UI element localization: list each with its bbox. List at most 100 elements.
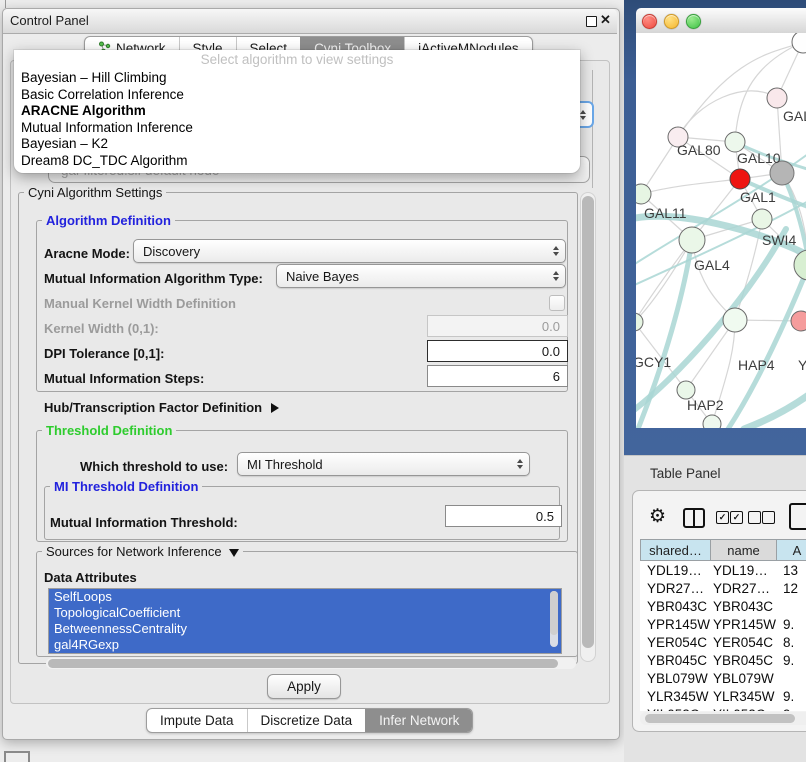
mi-threshold-field[interactable]: 0.5 — [445, 505, 562, 527]
tab-impute-data[interactable]: Impute Data — [147, 709, 247, 732]
kernel-width-field[interactable]: 0.0 — [427, 315, 568, 337]
graph-node-label: HAP4 — [738, 357, 775, 373]
columns-icon[interactable] — [683, 508, 705, 528]
graph-node[interactable] — [792, 33, 806, 53]
minimize-traffic-light[interactable] — [664, 14, 679, 29]
select-all-icon[interactable]: ✓ — [716, 511, 729, 524]
which-threshold-label: Which threshold to use: — [80, 459, 228, 474]
attribute-item-selfloops[interactable]: SelfLoops — [49, 589, 561, 605]
table-cell: 9 — [776, 707, 791, 712]
mi-steps-field[interactable]: 6 — [427, 365, 568, 387]
control-panel-titlebar — [3, 9, 617, 34]
algorithm-option-aracne-algorithm[interactable]: ARACNE Algorithm — [14, 103, 580, 120]
network-graph[interactable]: GALGAL80GAL10GAL1GAL11SWI4GAL4GCY1HAP4YH… — [636, 33, 806, 428]
table-cell: 9. — [776, 617, 794, 632]
graph-node-label: HAP2 — [687, 397, 724, 413]
deselect-all-icon[interactable] — [748, 511, 761, 524]
attributes-hscrollbar-thumb[interactable] — [48, 659, 558, 668]
table-row[interactable]: YIL052CYIL052C9 — [640, 705, 806, 711]
window-edge-notch — [5, 0, 6, 8]
desktop: Control Panel ✕ NetworkStyleSelectCyni T… — [0, 0, 806, 762]
table-row[interactable]: YBL079WYBL079W — [640, 669, 806, 687]
algorithm-option-bayesian-hill-climbing[interactable]: Bayesian – Hill Climbing — [14, 70, 580, 87]
graph-node[interactable] — [730, 169, 750, 189]
zoom-traffic-light[interactable] — [686, 14, 701, 29]
table-cell: YDR27… — [710, 581, 776, 596]
deselect-all-icon[interactable] — [762, 511, 775, 524]
sources-toggle[interactable]: Sources for Network Inference — [42, 544, 243, 559]
apply-button[interactable]: Apply — [267, 674, 341, 699]
network-window-titlebar[interactable] — [636, 8, 806, 34]
which-threshold-value: MI Threshold — [247, 457, 323, 472]
gear-icon[interactable]: ⚙ — [649, 505, 666, 528]
table-cell: YDR27… — [640, 581, 710, 596]
settings-scrollbar-thumb[interactable] — [582, 196, 594, 648]
close-icon[interactable]: ✕ — [600, 12, 611, 28]
algorithm-dropdown-items: Bayesian – Hill ClimbingBasic Correlatio… — [14, 70, 580, 169]
table-cell: YLR345W — [710, 689, 776, 704]
table-row[interactable]: YDR27…YDR27…12 — [640, 579, 806, 597]
column-header-name[interactable]: name — [710, 539, 777, 561]
graph-node[interactable] — [791, 311, 806, 331]
graph-node[interactable] — [703, 415, 721, 428]
network-canvas[interactable]: GALGAL80GAL10GAL1GAL11SWI4GAL4GCY1HAP4YH… — [636, 33, 806, 428]
close-traffic-light[interactable] — [642, 14, 657, 29]
aracne-mode-value: Discovery — [143, 244, 200, 259]
hub-definition-label: Hub/Transcription Factor Definition — [44, 400, 262, 415]
select-all-icon[interactable]: ✓ — [730, 511, 743, 524]
attribute-item-topologicalcoefficient[interactable]: TopologicalCoefficient — [49, 605, 561, 621]
which-threshold-combo[interactable]: MI Threshold — [237, 452, 530, 476]
manual-kernel-width-checkbox[interactable] — [549, 295, 565, 311]
table-cell: YLR345W — [640, 689, 710, 704]
graph-node-label: GCY1 — [636, 354, 671, 370]
graph-node[interactable] — [767, 88, 787, 108]
algorithm-option-bayesian-k2[interactable]: Bayesian – K2 — [14, 136, 580, 153]
graph-node[interactable] — [636, 184, 651, 204]
table-row[interactable]: YLR345WYLR345W9. — [640, 687, 806, 705]
collapsed-arrow-icon — [271, 403, 279, 413]
table-row[interactable]: YDL19…YDL19…13 — [640, 561, 806, 579]
attributes-scrollbar[interactable] — [550, 591, 558, 647]
table-row[interactable]: YBR043CYBR043C — [640, 597, 806, 615]
algorithm-option-basic-correlation-inference[interactable]: Basic Correlation Inference — [14, 87, 580, 104]
tab-infer-network[interactable]: Infer Network — [365, 709, 472, 732]
combo-arrows-icon — [580, 103, 586, 126]
graph-edge — [692, 240, 735, 320]
dpi-tolerance-field[interactable]: 0.0 — [427, 340, 568, 362]
data-attributes-list[interactable]: SelfLoopsTopologicalCoefficientBetweenne… — [48, 588, 562, 654]
table-row[interactable]: YBR045CYBR045C9. — [640, 651, 806, 669]
manual-kernel-width-label: Manual Kernel Width Definition — [44, 296, 236, 311]
graph-edge — [678, 91, 777, 137]
collapsed-panel-icon[interactable] — [4, 751, 30, 762]
aracne-mode-combo[interactable]: Discovery — [133, 239, 566, 263]
algorithm-option-mutual-information-inference[interactable]: Mutual Information Inference — [14, 120, 580, 137]
hub-definition-toggle[interactable]: Hub/Transcription Factor Definition — [44, 400, 279, 415]
attribute-item-gal4rgexp[interactable]: gal4RGexp — [49, 637, 561, 653]
table-cell: YBR043C — [710, 599, 776, 614]
table-row[interactable]: YPR145WYPR145W9. — [640, 615, 806, 633]
column-header-shared[interactable]: shared… — [640, 539, 711, 561]
float-window-icon[interactable] — [586, 16, 597, 27]
node-table[interactable]: YDL19…YDL19…13YDR27…YDR27…12YBR043CYBR04… — [640, 561, 806, 711]
mi-threshold-group-title: MI Threshold Definition — [50, 479, 202, 494]
mi-threshold-label: Mutual Information Threshold: — [50, 515, 238, 530]
mi-algorithm-type-combo[interactable]: Naive Bayes — [276, 264, 566, 288]
graph-node[interactable] — [725, 132, 745, 152]
table-cell: YBR045C — [710, 653, 776, 668]
algorithm-option-dream8-dc-tdc-algorithm[interactable]: Dream8 DC_TDC Algorithm — [14, 153, 580, 170]
document-icon[interactable] — [789, 503, 806, 530]
graph-node[interactable] — [723, 308, 747, 332]
graph-node[interactable] — [752, 209, 772, 229]
attributes-scrollbar-thumb[interactable] — [550, 591, 558, 635]
expanded-arrow-icon — [229, 549, 239, 557]
tab-discretize-data[interactable]: Discretize Data — [247, 709, 366, 732]
graph-node[interactable] — [636, 313, 643, 331]
table-hscrollbar-thumb[interactable] — [645, 714, 795, 723]
tab-label: Impute Data — [160, 713, 234, 728]
column-header-a[interactable]: A — [776, 539, 806, 561]
attribute-item-betweennesscentrality[interactable]: BetweennessCentrality — [49, 621, 561, 637]
combo-arrows-icon — [517, 453, 523, 475]
graph-node[interactable] — [679, 227, 705, 253]
graph-node[interactable] — [794, 250, 806, 280]
table-row[interactable]: YER054CYER054C8. — [640, 633, 806, 651]
